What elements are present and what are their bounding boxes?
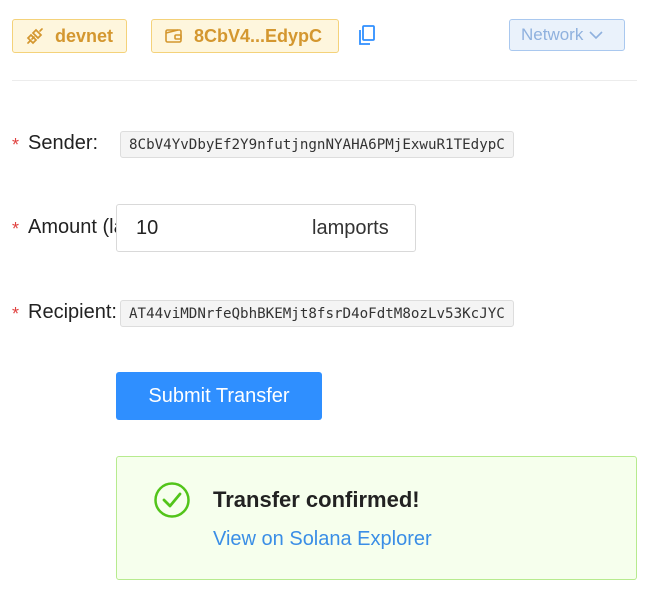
amount-row: * Amount (lamports): 10 lamports (12, 204, 632, 264)
sender-row: * Sender: 8CbV4YvDbyEf2Y9nfutjngnNYAHA6P… (12, 130, 632, 178)
recipient-label: Recipient: (28, 301, 117, 323)
network-label: devnet (55, 25, 114, 46)
amount-value: 10 (136, 217, 159, 239)
required-mark: * (12, 304, 20, 324)
submit-transfer-button[interactable]: Submit Transfer (116, 372, 322, 420)
amount-label: Amount (lamports): (28, 216, 116, 238)
required-mark: * (12, 219, 20, 239)
check-circle-icon (153, 481, 191, 519)
chevron-down-icon (589, 30, 603, 40)
alert-title: Transfer confirmed! (213, 487, 420, 512)
network-badge[interactable]: devnet (12, 19, 127, 53)
explorer-link[interactable]: View on Solana Explorer (213, 528, 432, 551)
copy-icon[interactable] (356, 23, 378, 47)
network-select[interactable]: Network (509, 19, 625, 51)
sender-label: Sender: (28, 132, 99, 154)
plug-icon (25, 26, 45, 46)
amount-input[interactable]: 10 lamports (116, 204, 416, 252)
recipient-address: AT44viMDNrfeQbhBKEMjt8fsrD4oFdtM8ozLv53K… (120, 300, 514, 327)
wallet-icon (164, 26, 184, 46)
network-select-label: Network (521, 25, 584, 44)
toolbar: devnet 8CbV4...EdypC Network (12, 19, 637, 53)
recipient-row: * Recipient: AT44viMDNrfeQbhBKEMjt8fsrD4… (12, 300, 632, 348)
wallet-address-short: 8CbV4...EdypC (194, 25, 323, 46)
success-alert: Transfer confirmed! View on Solana Explo… (116, 456, 637, 580)
sender-address: 8CbV4YvDbyEf2Y9nfutjngnNYAHA6PMjExwuR1TE… (120, 131, 514, 158)
divider (12, 80, 637, 81)
amount-unit: lamports (312, 217, 389, 239)
wallet-address-badge[interactable]: 8CbV4...EdypC (151, 19, 339, 53)
required-mark: * (12, 135, 20, 155)
